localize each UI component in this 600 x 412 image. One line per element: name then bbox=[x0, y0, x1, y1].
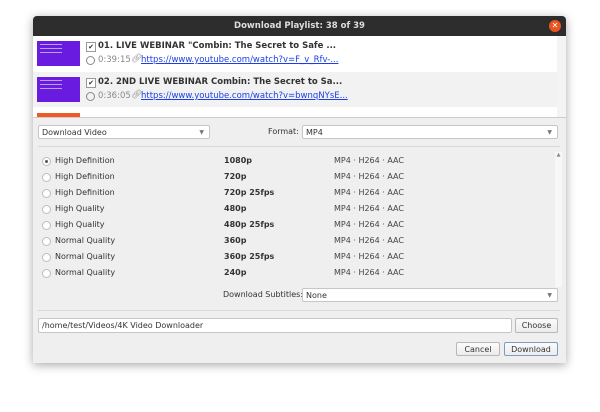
item-checkbox[interactable]: ✔ bbox=[86, 78, 96, 88]
format-value: MP4 bbox=[306, 128, 323, 137]
quality-resolution: 1080p bbox=[224, 156, 252, 165]
quality-name: High Quality bbox=[55, 220, 105, 229]
playlist-item: ✔ 01. LIVE WEBINAR "Combin: The Secret t… bbox=[33, 36, 557, 71]
chevron-down-icon: ▼ bbox=[547, 292, 552, 299]
quality-resolution: 360p 25fps bbox=[224, 252, 275, 261]
quality-option[interactable]: High Definition 1080p MP4 · H264 · AAC bbox=[38, 153, 553, 169]
quality-format: MP4 · H264 · AAC bbox=[334, 204, 404, 213]
playlist-item-partial bbox=[33, 108, 557, 117]
download-playlist-dialog: Download Playlist: 38 of 39 ✕ ✔ 01. LIVE… bbox=[33, 16, 566, 363]
quality-list: High Definition 1080p MP4 · H264 · AAC H… bbox=[38, 152, 562, 287]
item-duration: 0:39:15 bbox=[98, 55, 131, 65]
quality-format: MP4 · H264 · AAC bbox=[334, 236, 404, 245]
quality-resolution: 480p bbox=[224, 204, 247, 213]
quality-option[interactable]: Normal Quality 240p MP4 · H264 · AAC bbox=[38, 265, 553, 281]
quality-resolution: 720p bbox=[224, 172, 247, 181]
format-select[interactable]: MP4 ▼ bbox=[302, 125, 558, 139]
choose-button[interactable]: Choose bbox=[515, 318, 558, 333]
save-path-input[interactable]: /home/test/Videos/4K Video Downloader bbox=[38, 318, 512, 333]
playlist-scrollbar[interactable] bbox=[557, 36, 566, 117]
subtitles-label: Download Subtitles: bbox=[223, 290, 304, 299]
chevron-down-icon: ▼ bbox=[547, 129, 552, 136]
subtitles-value: None bbox=[306, 291, 327, 300]
quality-resolution: 240p bbox=[224, 268, 247, 277]
format-label: Format: bbox=[268, 127, 299, 136]
quality-format: MP4 · H264 · AAC bbox=[334, 172, 404, 181]
quality-radio[interactable] bbox=[42, 173, 51, 182]
quality-name: Normal Quality bbox=[55, 252, 116, 261]
quality-format: MP4 · H264 · AAC bbox=[334, 188, 404, 197]
quality-option[interactable]: High Definition 720p 25fps MP4 · H264 · … bbox=[38, 185, 553, 201]
quality-format: MP4 · H264 · AAC bbox=[334, 268, 404, 277]
quality-resolution: 360p bbox=[224, 236, 247, 245]
quality-radio[interactable] bbox=[42, 205, 51, 214]
download-mode-value: Download Video bbox=[42, 128, 107, 137]
quality-name: Normal Quality bbox=[55, 236, 116, 245]
video-thumbnail bbox=[37, 77, 80, 102]
item-title: 02. 2ND LIVE WEBINAR Combin: The Secret … bbox=[98, 77, 343, 87]
clock-icon bbox=[86, 56, 95, 65]
quality-radio[interactable] bbox=[42, 221, 51, 230]
quality-option[interactable]: Normal Quality 360p MP4 · H264 · AAC bbox=[38, 233, 553, 249]
quality-radio[interactable] bbox=[42, 269, 51, 278]
item-url[interactable]: https://www.youtube.com/watch?v=bwnqNYsE… bbox=[141, 91, 348, 101]
quality-format: MP4 · H264 · AAC bbox=[334, 252, 404, 261]
item-duration: 0:36:05 bbox=[98, 91, 131, 101]
quality-name: Normal Quality bbox=[55, 268, 116, 277]
playlist-item: ✔ 02. 2ND LIVE WEBINAR Combin: The Secre… bbox=[33, 72, 557, 107]
quality-scrollbar[interactable]: ▲ bbox=[555, 152, 562, 287]
quality-radio[interactable] bbox=[42, 189, 51, 198]
quality-resolution: 480p 25fps bbox=[224, 220, 275, 229]
quality-name: High Quality bbox=[55, 204, 105, 213]
quality-option[interactable]: Normal Quality 360p 25fps MP4 · H264 · A… bbox=[38, 249, 553, 265]
video-thumbnail bbox=[37, 41, 80, 66]
item-title: 01. LIVE WEBINAR "Combin: The Secret to … bbox=[98, 41, 337, 51]
quality-name: High Definition bbox=[55, 172, 115, 181]
quality-option[interactable]: High Quality 480p MP4 · H264 · AAC bbox=[38, 201, 553, 217]
item-checkbox[interactable]: ✔ bbox=[86, 42, 96, 52]
quality-format: MP4 · H264 · AAC bbox=[334, 156, 404, 165]
cancel-button[interactable]: Cancel bbox=[456, 342, 500, 356]
download-button[interactable]: Download bbox=[504, 342, 558, 356]
window-title: Download Playlist: 38 of 39 bbox=[33, 16, 566, 36]
item-url[interactable]: https://www.youtube.com/watch?v=F_v_Rfv-… bbox=[141, 55, 338, 65]
divider bbox=[38, 310, 560, 311]
quality-radio[interactable] bbox=[42, 237, 51, 246]
subtitles-select[interactable]: None ▼ bbox=[302, 288, 558, 302]
video-thumbnail bbox=[37, 113, 80, 117]
quality-resolution: 720p 25fps bbox=[224, 188, 275, 197]
quality-radio[interactable] bbox=[42, 157, 51, 166]
quality-name: High Definition bbox=[55, 156, 115, 165]
download-mode-select[interactable]: Download Video ▼ bbox=[38, 125, 210, 139]
chevron-down-icon: ▼ bbox=[199, 129, 204, 136]
quality-format: MP4 · H264 · AAC bbox=[334, 220, 404, 229]
divider bbox=[38, 146, 560, 147]
quality-radio[interactable] bbox=[42, 253, 51, 262]
clock-icon bbox=[86, 92, 95, 101]
quality-name: High Definition bbox=[55, 188, 115, 197]
quality-option[interactable]: High Quality 480p 25fps MP4 · H264 · AAC bbox=[38, 217, 553, 233]
quality-option[interactable]: High Definition 720p MP4 · H264 · AAC bbox=[38, 169, 553, 185]
close-icon[interactable]: ✕ bbox=[549, 20, 561, 32]
playlist-list: ✔ 01. LIVE WEBINAR "Combin: The Secret t… bbox=[33, 36, 566, 118]
